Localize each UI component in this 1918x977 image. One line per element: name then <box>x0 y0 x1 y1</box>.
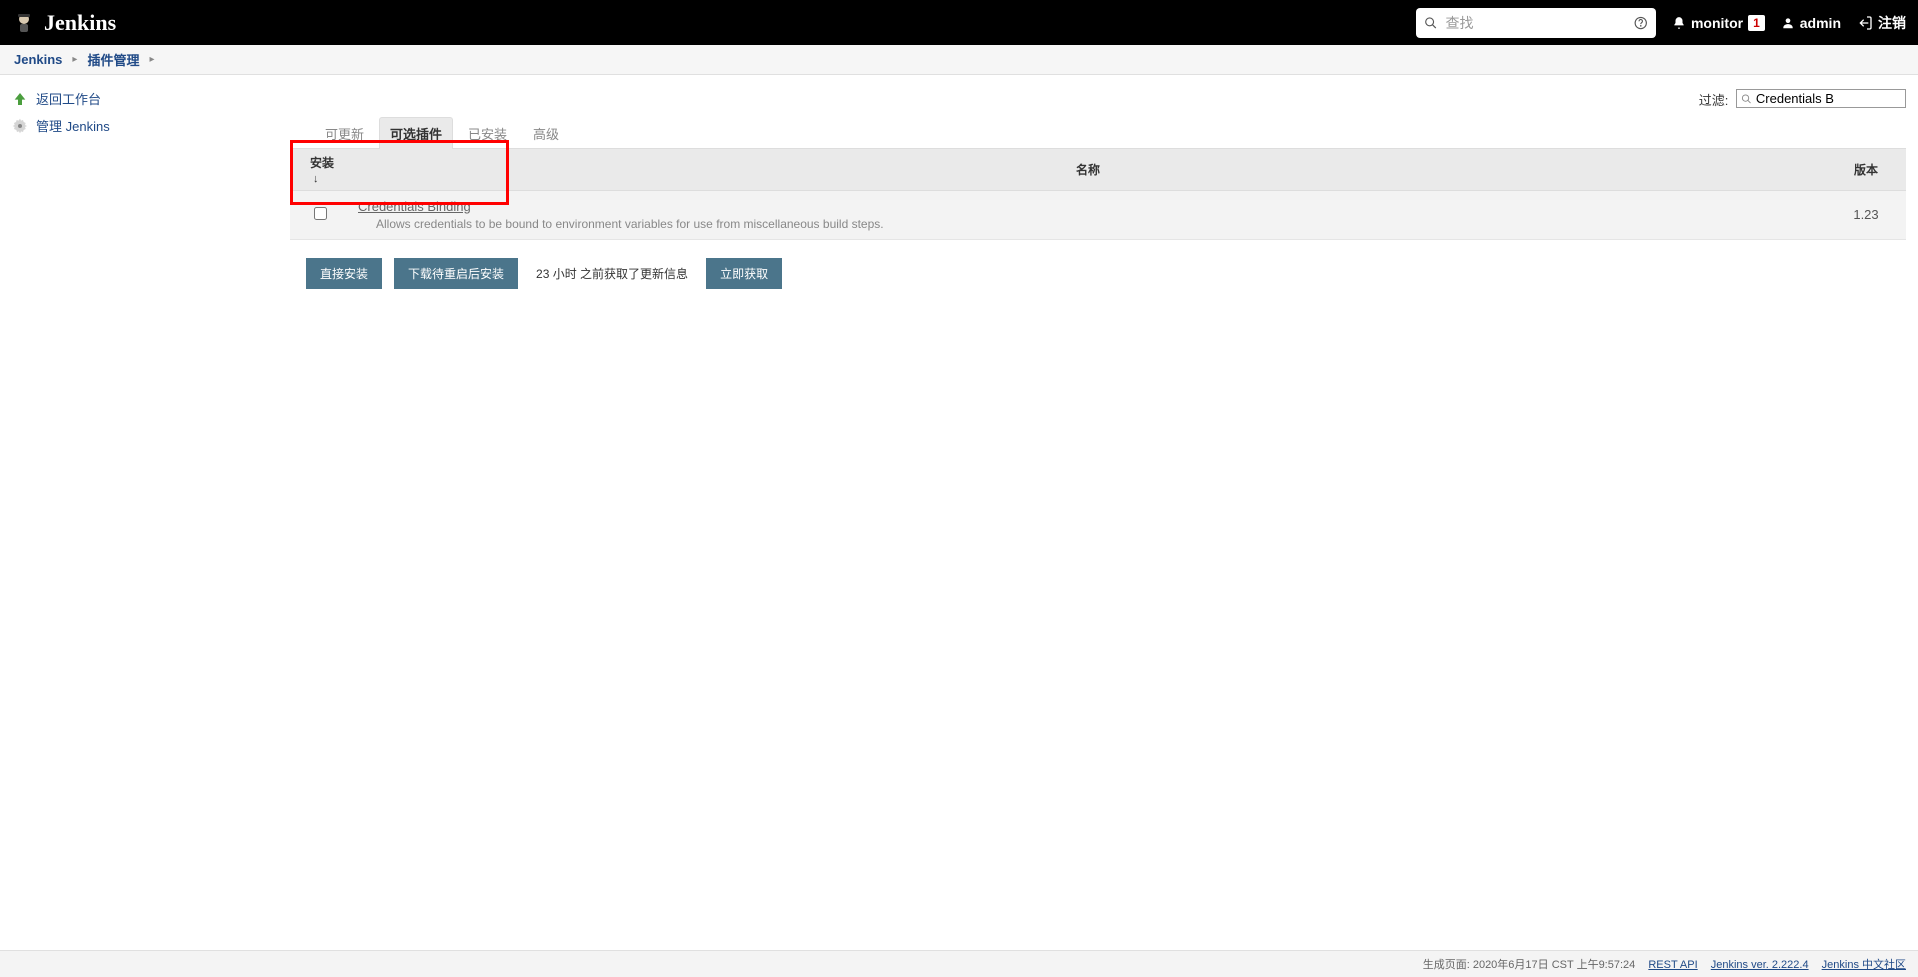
breadcrumb: Jenkins ▸ 插件管理 ▸ <box>0 45 1918 75</box>
col-header-version[interactable]: 版本 <box>1826 148 1906 190</box>
up-arrow-icon <box>12 91 28 107</box>
breadcrumb-item[interactable]: 插件管理 <box>87 50 139 69</box>
top-header: Jenkins monitor 1 admin 注销 <box>0 0 1918 45</box>
plugin-table: 安装↓ 名称 版本 Credentials Binding Allows cre… <box>290 148 1906 240</box>
footer-version[interactable]: Jenkins ver. 2.222.4 <box>1711 959 1809 971</box>
col-header-install[interactable]: 安装↓ <box>290 148 350 190</box>
sidebar-item-label[interactable]: 管理 Jenkins <box>36 116 110 135</box>
plugin-name-link[interactable]: Credentials Binding <box>358 199 471 214</box>
col-header-name[interactable]: 名称 <box>350 148 1826 190</box>
search-icon <box>1741 93 1752 105</box>
footer-rest-api[interactable]: REST API <box>1648 959 1697 971</box>
breadcrumb-sep: ▸ <box>149 54 154 65</box>
page-footer: 生成页面: 2020年6月17日 CST 上午9:57:24 REST API … <box>0 950 1918 977</box>
search-input[interactable] <box>1445 15 1626 31</box>
tab-available[interactable]: 可选插件 <box>379 117 453 149</box>
logout-label: 注销 <box>1878 13 1906 33</box>
monitor-badge: 1 <box>1748 15 1765 31</box>
tab-bar: 可更新 可选插件 已安装 高级 <box>314 117 1906 149</box>
tab-installed[interactable]: 已安装 <box>457 117 518 149</box>
sort-arrow-icon: ↓ <box>313 173 319 185</box>
breadcrumb-sep: ▸ <box>72 54 77 65</box>
search-icon <box>1424 15 1438 31</box>
check-now-button[interactable]: 立即获取 <box>706 258 782 289</box>
filter-input[interactable] <box>1756 91 1901 106</box>
plugin-description: Allows credentials to be bound to enviro… <box>358 217 1818 231</box>
cell-version: 1.23 <box>1826 190 1906 239</box>
sidebar-item-back[interactable]: 返回工作台 <box>12 85 278 112</box>
footer-timestamp: 生成页面: 2020年6月17日 CST 上午9:57:24 <box>1423 959 1636 971</box>
tab-advanced[interactable]: 高级 <box>522 117 570 149</box>
cell-name: Credentials Binding Allows credentials t… <box>350 190 1826 239</box>
help-icon[interactable] <box>1634 15 1648 31</box>
table-row: Credentials Binding Allows credentials t… <box>290 190 1906 239</box>
jenkins-logo-icon <box>12 11 36 35</box>
main-panel: 过滤: 可更新 可选插件 已安装 高级 安装↓ 名称 版本 <box>290 75 1918 309</box>
user-icon <box>1781 16 1795 30</box>
logout-icon <box>1857 15 1873 31</box>
install-now-button[interactable]: 直接安装 <box>306 258 382 289</box>
breadcrumb-item[interactable]: Jenkins <box>14 52 62 67</box>
filter-label: 过滤: <box>1699 93 1729 108</box>
update-info-text: 23 小时 之前获取了更新信息 <box>536 265 688 282</box>
tab-updates[interactable]: 可更新 <box>314 117 375 149</box>
monitor-link[interactable]: monitor 1 <box>1672 15 1765 31</box>
action-bar: 直接安装 下载待重启后安装 23 小时 之前获取了更新信息 立即获取 <box>290 240 1906 289</box>
user-name: admin <box>1800 15 1841 31</box>
footer-community[interactable]: Jenkins 中文社区 <box>1822 959 1906 971</box>
download-restart-button[interactable]: 下载待重启后安装 <box>394 258 518 289</box>
brand-logo[interactable]: Jenkins <box>12 10 116 36</box>
cell-install <box>290 190 350 239</box>
filter-row: 过滤: <box>290 83 1906 117</box>
sidebar-item-label[interactable]: 返回工作台 <box>36 89 101 108</box>
gear-icon <box>12 118 28 134</box>
monitor-label: monitor <box>1691 15 1743 31</box>
bell-icon <box>1672 16 1686 30</box>
side-panel: 返回工作台 管理 Jenkins <box>0 75 290 309</box>
sidebar-item-manage[interactable]: 管理 Jenkins <box>12 112 278 139</box>
logout-link[interactable]: 注销 <box>1857 13 1906 33</box>
user-link[interactable]: admin <box>1781 15 1841 31</box>
install-checkbox[interactable] <box>314 207 327 220</box>
search-box[interactable] <box>1416 8 1656 38</box>
brand-text: Jenkins <box>44 10 116 36</box>
